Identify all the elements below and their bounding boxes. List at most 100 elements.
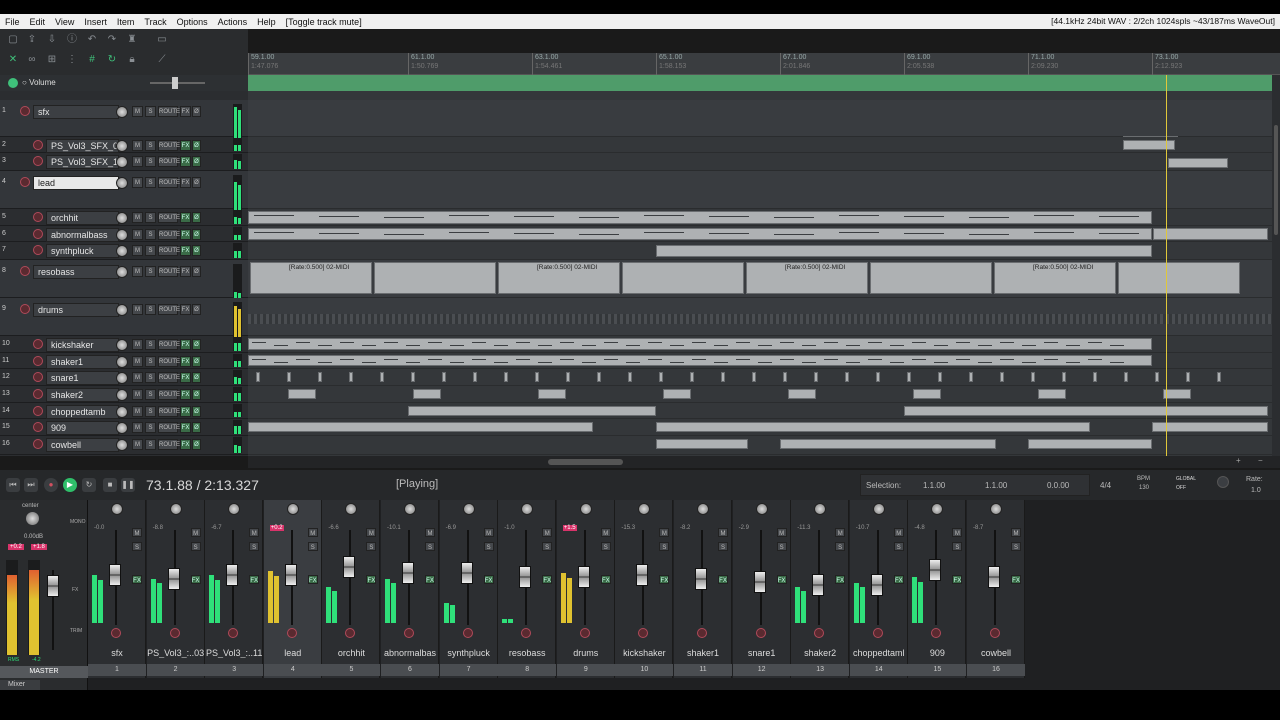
menu-help[interactable]: Help bbox=[252, 17, 281, 27]
mute-button[interactable]: M bbox=[132, 389, 143, 400]
strip-fx-button[interactable]: FX bbox=[190, 575, 201, 584]
track-row-kickshaker[interactable]: 10 kickshaker M S ROUTE FX Ø bbox=[0, 336, 248, 353]
media-item[interactable] bbox=[1062, 372, 1066, 382]
record-arm-button[interactable] bbox=[33, 229, 43, 239]
track-name-field[interactable]: shaker2 bbox=[46, 388, 119, 402]
media-item[interactable] bbox=[721, 372, 725, 382]
lane-synthpluck[interactable] bbox=[248, 242, 1272, 260]
fx-button[interactable]: FX bbox=[180, 406, 191, 417]
volume-knob[interactable] bbox=[116, 106, 128, 118]
mute-button[interactable]: M bbox=[132, 229, 143, 240]
route-button[interactable]: ROUTE bbox=[158, 156, 180, 167]
strip-mute-button[interactable]: M bbox=[600, 528, 611, 537]
record-arm-button[interactable] bbox=[33, 389, 43, 399]
fx-button[interactable]: FX bbox=[180, 339, 191, 350]
mute-button[interactable]: M bbox=[132, 212, 143, 223]
global-state[interactable]: OFF bbox=[1176, 485, 1186, 491]
strip-solo-button[interactable]: S bbox=[307, 542, 318, 551]
volume-fader[interactable] bbox=[929, 559, 942, 581]
record-arm-button[interactable] bbox=[33, 356, 43, 366]
media-item[interactable] bbox=[659, 372, 663, 382]
lane-PS_Vol3_SFX_03[interactable] bbox=[248, 137, 1272, 153]
media-item[interactable] bbox=[1152, 422, 1268, 432]
volume-knob[interactable] bbox=[116, 422, 128, 434]
strip-solo-button[interactable]: S bbox=[249, 542, 260, 551]
strip-solo-button[interactable]: S bbox=[659, 542, 670, 551]
fx-button[interactable]: FX bbox=[180, 304, 191, 315]
ripple-edit-icon[interactable]: ✕ bbox=[6, 54, 20, 66]
volume-knob[interactable] bbox=[116, 339, 128, 351]
solo-button[interactable]: S bbox=[145, 245, 156, 256]
volume-knob[interactable] bbox=[116, 177, 128, 189]
strip-fx-button[interactable]: FX bbox=[835, 575, 846, 584]
grid-lines-icon[interactable]: ⋮ bbox=[65, 54, 79, 66]
media-item[interactable] bbox=[656, 439, 748, 449]
menu-file[interactable]: File bbox=[0, 17, 25, 27]
pan-knob[interactable] bbox=[521, 503, 534, 515]
fx-bypass-button[interactable]: Ø bbox=[192, 356, 201, 367]
track-name-field[interactable]: cowbell bbox=[46, 438, 119, 452]
repeat-icon[interactable]: ↻ bbox=[82, 478, 96, 492]
track-row-cowbell[interactable]: 16 cowbell M S ROUTE FX Ø bbox=[0, 436, 248, 455]
media-item[interactable] bbox=[1155, 372, 1159, 382]
fx-bypass-button[interactable]: Ø bbox=[192, 106, 201, 117]
record-arm-button[interactable] bbox=[33, 406, 43, 416]
media-item[interactable] bbox=[248, 422, 593, 432]
strip-solo-button[interactable]: S bbox=[1011, 542, 1021, 551]
strip-fx-button[interactable]: FX bbox=[718, 575, 728, 584]
menu-view[interactable]: View bbox=[50, 17, 79, 27]
strip-fx-button[interactable]: FX bbox=[132, 575, 142, 584]
strip-fx-button[interactable]: FX bbox=[542, 575, 553, 584]
record-arm-button[interactable] bbox=[33, 140, 43, 150]
lane-snare1[interactable] bbox=[248, 369, 1272, 386]
open-project-icon[interactable]: ⇪ bbox=[25, 34, 39, 46]
group-icon[interactable]: ⊞ bbox=[45, 54, 59, 66]
solo-button[interactable]: S bbox=[145, 356, 156, 367]
strip-record-arm[interactable] bbox=[579, 628, 590, 638]
track-row-PS_Vol3_SFX_03[interactable]: 2 PS_Vol3_SFX_03 M S ROUTE FX Ø bbox=[0, 137, 248, 153]
solo-button[interactable]: S bbox=[145, 422, 156, 433]
strip-solo-button[interactable]: S bbox=[483, 542, 494, 551]
media-item[interactable] bbox=[535, 372, 539, 382]
arrange-view[interactable]: [Rate:0.500] 02-MIDI [Rate:0.500] 02-MIDI… bbox=[248, 91, 1272, 456]
media-item[interactable] bbox=[1153, 228, 1268, 240]
lane-choppedtamb[interactable] bbox=[248, 403, 1272, 419]
media-item[interactable] bbox=[566, 372, 570, 382]
strip-record-arm[interactable] bbox=[228, 628, 239, 638]
track-row-orchhit[interactable]: 5 orchhit M S ROUTE FX Ø bbox=[0, 209, 248, 226]
volume-knob[interactable] bbox=[116, 406, 128, 418]
lane-909[interactable] bbox=[248, 419, 1272, 436]
volume-knob[interactable] bbox=[116, 356, 128, 368]
media-item[interactable] bbox=[752, 372, 756, 382]
solo-button[interactable]: S bbox=[145, 140, 156, 151]
audio-device-status[interactable]: [44.1kHz 24bit WAV : 2/2ch 1024spls ~43/… bbox=[1051, 16, 1275, 26]
strip-mute-button[interactable]: M bbox=[893, 528, 904, 537]
strip-fx-button[interactable]: FX bbox=[1011, 575, 1021, 584]
mute-button[interactable]: M bbox=[132, 106, 143, 117]
strip-solo-button[interactable]: S bbox=[542, 542, 553, 551]
pan-knob[interactable] bbox=[404, 503, 416, 515]
strip-mute-button[interactable]: M bbox=[483, 528, 494, 537]
fx-button[interactable]: FX bbox=[180, 106, 191, 117]
strip-record-arm[interactable] bbox=[404, 628, 414, 638]
route-button[interactable]: ROUTE bbox=[158, 439, 180, 450]
media-item[interactable] bbox=[1028, 439, 1152, 449]
fx-bypass-button[interactable]: Ø bbox=[192, 177, 201, 188]
fx-bypass-button[interactable]: Ø bbox=[192, 156, 201, 167]
strip-record-arm[interactable] bbox=[872, 628, 883, 638]
strip-solo-button[interactable]: S bbox=[366, 542, 377, 551]
strip-mute-button[interactable]: M bbox=[659, 528, 670, 537]
volume-fader[interactable] bbox=[812, 574, 825, 596]
media-item[interactable]: [Rate:0.500] 02-MIDI bbox=[250, 262, 372, 294]
track-row-abnormalbass[interactable]: 6 abnormalbass M S ROUTE FX Ø bbox=[0, 226, 248, 242]
strip-fx-button[interactable]: FX bbox=[776, 575, 787, 584]
solo-button[interactable]: S bbox=[145, 212, 156, 223]
menu-item[interactable]: Item bbox=[112, 17, 140, 27]
strip-mute-button[interactable]: M bbox=[366, 528, 377, 537]
media-item[interactable] bbox=[248, 338, 1152, 350]
solo-button[interactable]: S bbox=[145, 304, 156, 315]
strip-solo-button[interactable]: S bbox=[835, 542, 846, 551]
envelope-power-icon[interactable] bbox=[8, 78, 18, 88]
strip-record-arm[interactable] bbox=[755, 628, 766, 638]
strip-solo-button[interactable]: S bbox=[190, 542, 201, 551]
